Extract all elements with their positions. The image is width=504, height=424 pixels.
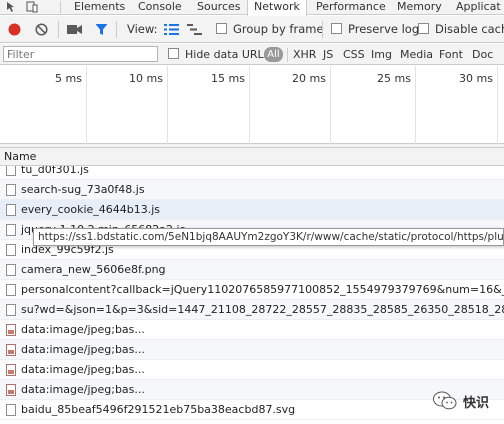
disable-cache-toggle[interactable]: Disable cache — [418, 22, 504, 37]
watermark-text: 快识 — [463, 396, 490, 411]
timeline-tick-label: 15 ms — [211, 72, 245, 85]
large-rows-icon[interactable] — [164, 24, 179, 39]
filter-icon[interactable] — [95, 23, 108, 38]
request-row[interactable]: tu_d0f301.js — [0, 166, 504, 180]
tab-network[interactable]: Network — [247, 0, 307, 16]
camera-icon[interactable] — [67, 24, 83, 39]
filter-type-css[interactable]: CSS — [343, 47, 365, 62]
filter-type-xhr[interactable]: XHR — [293, 47, 316, 62]
hide-data-urls-checkbox[interactable] — [168, 48, 179, 59]
file-icon — [6, 304, 16, 316]
watermark: 快识 — [433, 390, 501, 412]
network-toolbar: View: Group by frame Preserve log Disabl… — [0, 16, 504, 43]
tab-sources[interactable]: Sources — [191, 0, 247, 15]
disable-cache-label: Disable cache — [435, 22, 504, 36]
timeline-gridline — [167, 66, 168, 144]
timeline-tick-label: 20 ms — [292, 72, 326, 85]
file-icon — [6, 404, 16, 416]
request-name: personalcontent?callback=jQuery110207658… — [21, 283, 504, 296]
filter-type-media[interactable]: Media — [400, 47, 433, 62]
filter-type-doc[interactable]: Doc — [472, 47, 493, 62]
hide-data-urls-label: Hide data URLs — [185, 48, 270, 61]
file-icon — [6, 244, 16, 256]
timeline-gridline — [249, 66, 250, 144]
request-name: data:image/jpeg;bas... — [21, 363, 145, 376]
timeline-tick-label: 10 ms — [129, 72, 163, 85]
request-list: tu_d0f301.js search-sug_73a0f48.js every… — [0, 166, 504, 424]
filter-type-font[interactable]: Font — [439, 47, 463, 62]
file-icon — [6, 224, 16, 236]
tab-application[interactable]: Applicat — [450, 0, 504, 15]
tab-elements[interactable]: Elements — [68, 0, 131, 15]
request-row[interactable]: data:image/jpeg;bas... — [0, 360, 504, 380]
request-name: data:image/jpeg;bas... — [21, 383, 145, 396]
request-row[interactable]: baidu_85beaf5496f291521eb75ba38eacbd87.s… — [0, 400, 504, 420]
waterfall-icon[interactable] — [187, 24, 202, 39]
preserve-log-toggle[interactable]: Preserve log — [331, 22, 419, 37]
filter-funnel — [95, 24, 108, 35]
filter-type-img[interactable]: Img — [371, 47, 392, 62]
timeline-gridline — [330, 66, 331, 144]
record-dot — [8, 23, 21, 36]
disable-cache-checkbox[interactable] — [418, 23, 429, 34]
request-name: data:image/jpeg;bas... — [21, 343, 145, 356]
request-name: camera_new_5606e8f.png — [21, 263, 166, 276]
request-row[interactable]: su?wd=&json=1&p=3&sid=1447_21108_28722_2… — [0, 300, 504, 320]
inspect-element-icon[interactable] — [6, 1, 20, 13]
preserve-log-label: Preserve log — [348, 22, 420, 36]
wechat-logo-icon — [433, 391, 457, 410]
request-row[interactable]: personalcontent?callback=jQuery110207658… — [0, 280, 504, 300]
view-label: View: — [127, 22, 158, 36]
tab-memory[interactable]: Memory — [391, 0, 448, 15]
filter-type-js[interactable]: JS — [323, 47, 333, 62]
request-name: tu_d0f301.js — [21, 166, 89, 176]
tab-performance[interactable]: Performance — [310, 0, 392, 15]
image-icon — [6, 364, 16, 376]
preserve-log-checkbox[interactable] — [331, 23, 342, 34]
request-name: baidu_85beaf5496f291521eb75ba38eacbd87.s… — [21, 403, 296, 416]
group-by-frame-label: Group by frame — [233, 22, 324, 36]
request-name: su?wd=&json=1&p=3&sid=1447_21108_28722_2… — [21, 303, 504, 316]
image-icon — [6, 344, 16, 356]
filter-type-all[interactable]: All — [264, 47, 283, 62]
name-column-header[interactable]: Name — [4, 150, 36, 163]
timeline-gridline — [86, 66, 87, 144]
request-row[interactable]: camera_new_5606e8f.png — [0, 260, 504, 280]
image-icon — [6, 324, 16, 336]
timeline-tick-label: 5 ms — [55, 72, 82, 85]
devtools-tab-bar: Elements Console Sources Network Perform… — [0, 0, 504, 16]
image-icon — [6, 384, 16, 396]
timeline-gridline — [415, 66, 416, 144]
group-by-frame-checkbox[interactable] — [216, 23, 227, 34]
request-name: data:image/jpeg;bas... — [21, 323, 145, 336]
tab-console[interactable]: Console — [132, 0, 188, 15]
file-icon — [6, 184, 16, 196]
record-icon[interactable] — [8, 23, 21, 38]
filter-bar: Hide data URLs All XHR JS CSS Img Media … — [0, 44, 504, 65]
group-by-frame-toggle[interactable]: Group by frame — [216, 22, 324, 37]
request-row[interactable]: data:image/jpeg;bas... — [0, 380, 504, 400]
request-row[interactable]: data:image/jpeg;bas... — [0, 320, 504, 340]
request-row[interactable]: data:image/jpeg;bas... — [0, 340, 504, 360]
request-name: search-sug_73a0f48.js — [21, 183, 145, 196]
file-icon — [6, 284, 16, 296]
file-icon — [6, 204, 16, 216]
filter-input[interactable] — [3, 46, 158, 62]
timeline-gridline — [497, 66, 498, 144]
request-row[interactable]: every_cookie_4644b13.js — [0, 200, 504, 220]
timeline-overview[interactable]: 5 ms 10 ms 15 ms 20 ms 25 ms 30 ms — [0, 66, 504, 144]
timeline-tick-label: 25 ms — [377, 72, 411, 85]
timeline-tick-label: 30 ms — [459, 72, 493, 85]
file-icon — [6, 166, 16, 176]
clear-icon[interactable] — [35, 23, 48, 38]
device-toolbar-icon[interactable] — [26, 1, 40, 13]
hide-data-urls-toggle[interactable]: Hide data URLs — [168, 47, 269, 62]
url-tooltip: https://ss1.bdstatic.com/5eN1bjq8AAUYm2z… — [33, 228, 504, 246]
request-row[interactable]: search-sug_73a0f48.js — [0, 180, 504, 200]
request-name: every_cookie_4644b13.js — [21, 203, 161, 216]
file-icon — [6, 264, 16, 276]
column-header: Name — [0, 147, 504, 166]
